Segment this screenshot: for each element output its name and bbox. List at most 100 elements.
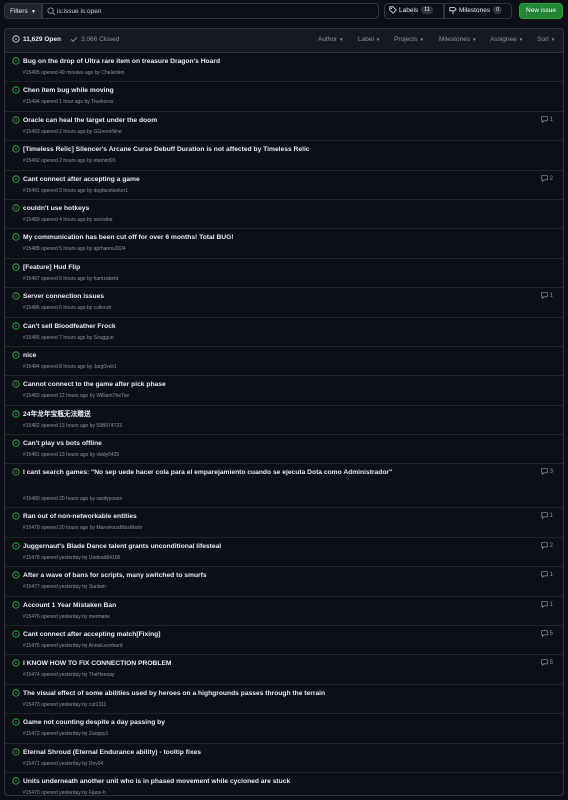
- issue-opened-icon: [12, 174, 20, 183]
- comment-count: 1: [549, 572, 553, 579]
- issue-title[interactable]: Game not counting despite a day passing …: [23, 717, 523, 728]
- issue-row[interactable]: Units underneath another unit who is in …: [5, 773, 563, 796]
- issue-row[interactable]: Cant connect after accepting match[Fixin…: [5, 626, 563, 656]
- search-input[interactable]: [57, 4, 357, 18]
- open-issues-tab[interactable]: 11,629 Open: [12, 29, 61, 51]
- issue-opened-icon: [12, 321, 20, 330]
- issues-list: 11,629 Open 3,066 Closed Author ▼ Label ▼ …: [4, 28, 564, 796]
- issue-row[interactable]: couldn't use hotkeys #15489 opened 4 hour…: [5, 200, 563, 230]
- issue-title[interactable]: 24年龙年宝瓶无法赠送: [23, 409, 523, 420]
- issue-comments[interactable]: 1: [541, 600, 553, 608]
- issue-title[interactable]: Cant connect after accepting a game: [23, 174, 523, 185]
- issue-row[interactable]: Server connection issues #15486 opened 6 …: [5, 288, 563, 318]
- issue-row[interactable]: Cannot connect to the game after pick ph…: [5, 376, 563, 406]
- comment-count: 1: [549, 513, 553, 520]
- issue-title[interactable]: Ran out of non-networkable entities: [23, 511, 523, 522]
- issue-row[interactable]: Oracle can heal the target under the doo…: [5, 112, 563, 142]
- issue-row[interactable]: I KNOW HOW TO FIX CONNECTION PROBLEM #154…: [5, 655, 563, 685]
- issue-row[interactable]: After a wave of bans for scripts, many s…: [5, 567, 563, 597]
- issue-comments[interactable]: 2: [541, 542, 553, 550]
- issue-row[interactable]: Bug on the drop of Ultra rare item on tr…: [5, 53, 563, 83]
- closed-issues-tab[interactable]: 3,066 Closed: [70, 29, 119, 51]
- issue-comments[interactable]: 2: [541, 174, 553, 182]
- issue-row[interactable]: 24年龙年宝瓶无法赠送 #15482 opened 13 hours ago by…: [5, 406, 563, 436]
- label-filter[interactable]: Label ▼: [358, 29, 380, 51]
- projects-filter-label: Projects: [394, 36, 418, 43]
- issue-row[interactable]: I cant search games: "No sep uede hacer …: [5, 464, 563, 509]
- projects-filter[interactable]: Projects ▼: [394, 29, 424, 51]
- issue-title[interactable]: I KNOW HOW TO FIX CONNECTION PROBLEM: [23, 658, 523, 669]
- issue-title[interactable]: Units underneath another unit who is in …: [23, 776, 523, 787]
- issue-meta: #15476 opened yesterday by mermarie: [23, 613, 110, 620]
- issue-title[interactable]: I cant search games: "No sep uede hacer …: [23, 467, 523, 478]
- assignee-filter[interactable]: Assignee ▼: [490, 29, 523, 51]
- tag-icon: [389, 6, 397, 15]
- issue-opened-icon: [12, 777, 20, 785]
- issue-title[interactable]: Eternal Shroud (Eternal Endurance abilit…: [23, 747, 523, 758]
- issue-title[interactable]: Oracle can heal the target under the doo…: [23, 115, 523, 126]
- sort-filter[interactable]: Sort ▼: [537, 29, 555, 51]
- issue-meta: #15485 opened 7 hours ago by Souggun: [23, 334, 114, 341]
- issue-row[interactable]: [Timeless Relic] Silencer's Arcane Curse…: [5, 141, 563, 171]
- chevron-down-icon: ▼: [31, 9, 36, 15]
- comment-icon: [541, 571, 548, 579]
- issue-row[interactable]: Juggernaut's Blade Dance talent grants u…: [5, 538, 563, 568]
- chevron-down-icon: ▼: [518, 37, 524, 42]
- milestones-filter[interactable]: Milestones ▼: [439, 29, 477, 51]
- issue-title[interactable]: Can't sell Bloodfeather Frock: [23, 321, 523, 332]
- issue-meta: #15489 opened 4 hours ago by secraltar: [23, 216, 113, 223]
- issue-title[interactable]: nice: [23, 350, 523, 361]
- issue-rows: Bug on the drop of Ultra rare item on tr…: [5, 53, 563, 796]
- issue-title[interactable]: After a wave of bans for scripts, many s…: [23, 570, 523, 581]
- issue-row[interactable]: nice #15484 opened 8 hours ago by Jarg0ve…: [5, 347, 563, 377]
- issue-title[interactable]: Can't play vs bots offline: [23, 438, 523, 449]
- issue-opened-icon: [12, 571, 20, 579]
- issue-row[interactable]: [Feature] Hud Flip #15487 opened 6 hours …: [5, 259, 563, 289]
- issue-comments[interactable]: 5: [541, 659, 553, 667]
- issue-comments[interactable]: 3: [541, 468, 553, 476]
- search-box[interactable]: [42, 3, 379, 19]
- issue-title[interactable]: Server connection issues: [23, 291, 523, 302]
- issue-comments[interactable]: 1: [541, 116, 553, 123]
- issue-meta: #15482 opened 13 hours ago by 59B974723: [23, 422, 122, 429]
- issue-row[interactable]: My communication has been cut off for ov…: [5, 229, 563, 259]
- issue-meta: #15470 opened yesterday by Fjace-h: [23, 789, 106, 796]
- comment-count: 5: [549, 660, 553, 667]
- issue-row[interactable]: Chen item bug while moving #15494 opened …: [5, 82, 563, 112]
- issue-title[interactable]: Account 1 Year Mistaken Ban: [23, 600, 523, 611]
- chevron-down-icon: ▼: [419, 37, 424, 42]
- issue-title[interactable]: The visual effect of some abilities used…: [23, 688, 523, 699]
- filters-button[interactable]: Filters ▼: [4, 3, 42, 19]
- issue-row[interactable]: The visual effect of some abilities used…: [5, 685, 563, 715]
- issue-comments[interactable]: 1: [541, 512, 553, 520]
- issue-opened-icon: [12, 116, 20, 124]
- issue-title[interactable]: Cannot connect to the game after pick ph…: [23, 379, 523, 390]
- issue-opened-icon: [12, 35, 20, 43]
- issue-row[interactable]: Account 1 Year Mistaken Ban #15476 opened…: [5, 597, 563, 627]
- issue-meta: #15487 opened 6 hours ago by hamzabetd: [23, 275, 119, 282]
- sort-filter-label: Sort: [537, 36, 549, 43]
- issue-title[interactable]: Cant connect after accepting match[Fixin…: [23, 629, 523, 640]
- issue-title[interactable]: [Timeless Relic] Silencer's Arcane Curse…: [23, 144, 523, 155]
- labels-button[interactable]: Labels 11: [384, 3, 444, 19]
- issue-title[interactable]: My communication has been cut off for ov…: [23, 232, 523, 243]
- issue-row[interactable]: Cant connect after accepting a game #1549…: [5, 171, 563, 200]
- issue-row[interactable]: Game not counting despite a day passing …: [5, 714, 563, 744]
- issue-row[interactable]: Ran out of non-networkable entities #1547…: [5, 508, 563, 538]
- milestones-button[interactable]: Milestones 0: [444, 3, 512, 19]
- filters-button-label: Filters: [10, 8, 28, 15]
- issue-title[interactable]: Chen item bug while moving: [23, 85, 523, 96]
- issue-title[interactable]: [Feature] Hud Flip: [23, 262, 523, 273]
- issue-title[interactable]: Bug on the drop of Ultra rare item on tr…: [23, 56, 523, 67]
- issue-title[interactable]: couldn't use hotkeys: [23, 203, 523, 214]
- issue-comments[interactable]: 5: [541, 630, 553, 638]
- issue-row[interactable]: Can't play vs bots offline #15481 opened …: [5, 435, 563, 465]
- new-issue-button[interactable]: New issue: [519, 3, 563, 19]
- issue-title[interactable]: Juggernaut's Blade Dance talent grants u…: [23, 541, 523, 552]
- author-filter[interactable]: Author ▼: [318, 29, 344, 51]
- issue-meta: #15486 opened 6 hours ago by cullerutt: [23, 305, 112, 312]
- issue-row[interactable]: Eternal Shroud (Eternal Endurance abilit…: [5, 744, 563, 773]
- issue-comments[interactable]: 1: [541, 292, 553, 300]
- issue-row[interactable]: Can't sell Bloodfeather Frock #15485 open…: [5, 318, 563, 347]
- issue-comments[interactable]: 1: [541, 571, 553, 579]
